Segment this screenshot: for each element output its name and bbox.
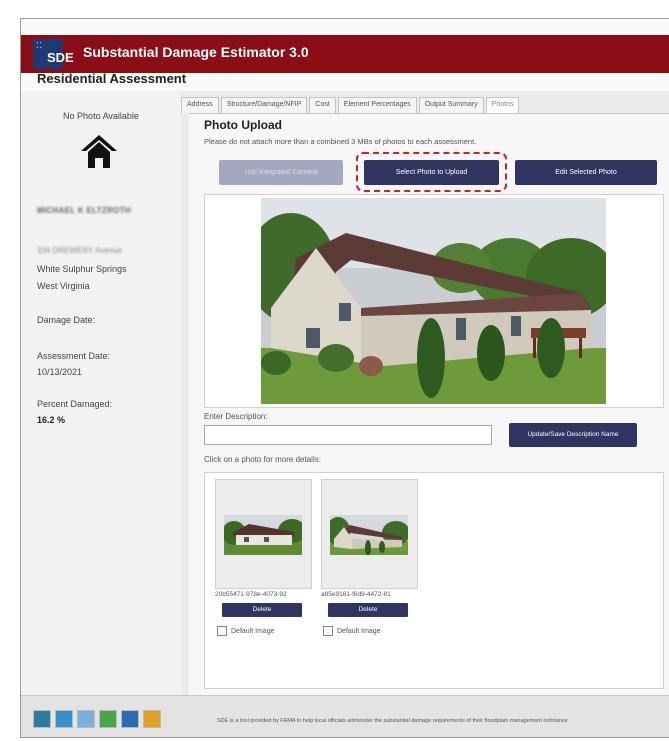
sde-logo: ⁚⁚ SDE (33, 39, 74, 69)
photo-preview-area (204, 194, 664, 408)
fema-tool-icon-3[interactable] (77, 710, 95, 728)
assessment-date: 10/13/2021 (37, 367, 83, 377)
tab-structure-damage-nfip[interactable]: Structure/Damage/NFIP (220, 97, 308, 114)
delete-photo-2-button[interactable]: Delete (328, 603, 408, 617)
callout-highlight (356, 152, 507, 192)
fema-tool-icon-2[interactable] (55, 710, 73, 728)
no-photo-label: No Photo Available (63, 111, 139, 121)
percent-damaged-value: 16.2 % (37, 415, 66, 425)
thumbnail-image-2 (330, 515, 408, 555)
click-photo-label: Click on a photo for more details: (204, 455, 321, 464)
app-title: Substantial Damage Estimator 3.0 (83, 44, 309, 60)
damage-date-label: Damage Date: (37, 315, 96, 325)
photo-name-2: a85e9161-f6d9-4472-81 (321, 591, 391, 598)
default-image-label-1: Default Image (231, 627, 275, 635)
delete-photo-1-button[interactable]: Delete (222, 603, 302, 617)
title-bar: ⁚⁚ SDE Substantial Damage Estimator 3.0 (21, 35, 669, 73)
use-camera-button[interactable]: Use Integrated Camera (219, 160, 343, 185)
house-photo (261, 198, 606, 404)
thumbnail-image-1 (224, 515, 302, 555)
app-window: ⁚⁚ SDE Substantial Damage Estimator 3.0 … (20, 18, 669, 738)
main-panel: Address Structure/Damage/NFIP Cost Eleme… (181, 91, 669, 696)
assessment-summary-panel: No Photo Available MICHAEL K ELTZROTH 33… (21, 91, 181, 695)
fema-tool-icon-4[interactable] (99, 710, 117, 728)
logo-text: SDE (47, 50, 74, 65)
save-description-button[interactable]: Update/Save Description Name (509, 423, 637, 447)
percent-damaged-label: Percent Damaged: (37, 399, 113, 409)
description-input[interactable] (204, 425, 492, 445)
photo-thumbnail-1[interactable] (215, 479, 312, 589)
upload-notice: Please do not attach more than a combine… (204, 137, 477, 146)
footer-text: SDE is a tool provided by FEMA to help l… (217, 718, 568, 724)
photo-name-1: 20b55471-978e-4073-92 (215, 591, 287, 598)
section-title: Photo Upload (204, 118, 282, 132)
fema-tool-icon-5[interactable] (121, 710, 139, 728)
default-image-2[interactable]: Default Image (323, 626, 381, 636)
default-image-1[interactable]: Default Image (217, 626, 275, 636)
tab-cost[interactable]: Cost (309, 97, 336, 114)
tab-bar: Address Structure/Damage/NFIP Cost Eleme… (181, 97, 521, 115)
assessment-date-label: Assessment Date: (37, 351, 111, 361)
home-icon (81, 135, 117, 168)
fema-tool-icon-6[interactable] (143, 710, 161, 728)
default-image-checkbox-1[interactable] (217, 626, 227, 636)
photo-thumbnails: 20b55471-978e-4073-92 Delete Default Ima… (204, 472, 664, 689)
tab-address[interactable]: Address (181, 97, 219, 114)
photos-tab-content: Photo Upload Please do not attach more t… (189, 113, 669, 696)
logo-dots: ⁚⁚ (36, 41, 44, 50)
default-image-label-2: Default Image (337, 627, 381, 635)
photo-thumbnail-2[interactable] (321, 479, 418, 589)
city: White Sulphur Springs (37, 264, 127, 274)
tab-output-summary[interactable]: Output Summary (418, 97, 484, 114)
street-address: 334 DREWERY Avenue (37, 246, 122, 255)
edit-photo-button[interactable]: Edit Selected Photo (515, 160, 657, 185)
state: West Virginia (37, 281, 90, 291)
footer: SDE is a tool provided by FEMA to help l… (21, 695, 669, 737)
tab-element-percentages[interactable]: Element Percentages (337, 97, 417, 114)
fema-tool-icon-1[interactable] (33, 710, 51, 728)
description-label: Enter Description: (204, 412, 268, 421)
owner-name: MICHAEL K ELTZROTH (37, 206, 131, 215)
default-image-checkbox-2[interactable] (323, 626, 333, 636)
page-heading: Residential Assessment (37, 71, 187, 86)
